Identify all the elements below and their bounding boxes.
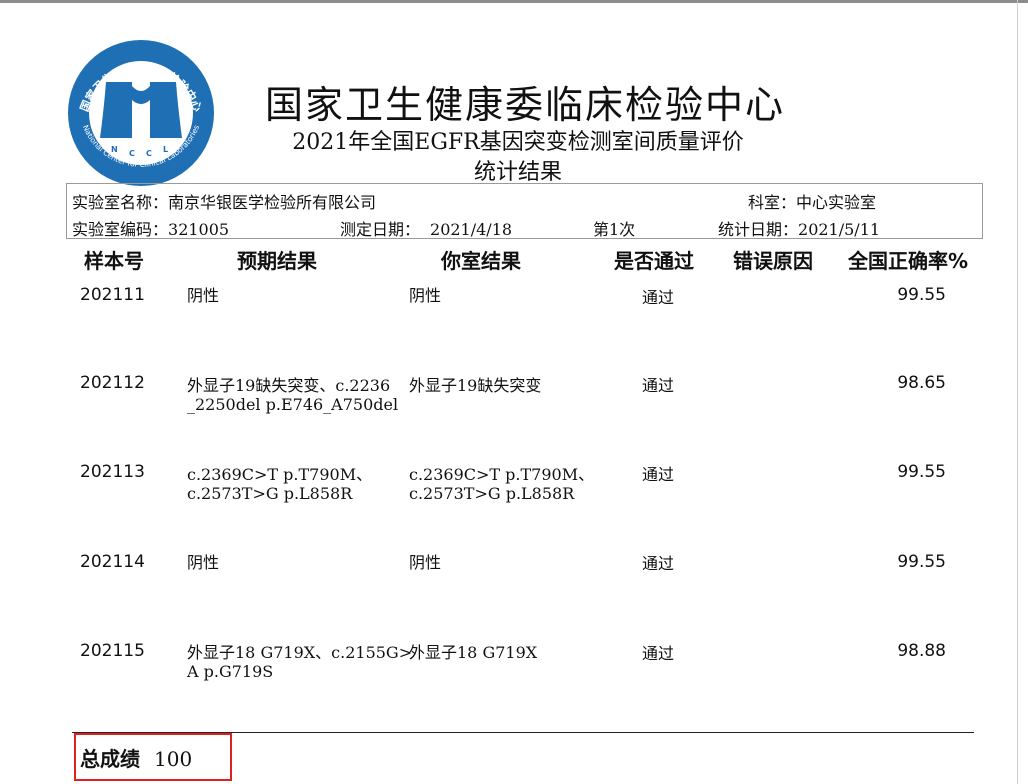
lab-name-row: 实验室名称：南京华银医学检验所有限公司	[72, 189, 376, 213]
col-header-rate: 全国正确率%	[848, 249, 969, 273]
table-row-4-rate: 99.55	[897, 552, 946, 572]
lab-name-value: 南京华银医学检验所有限公司	[168, 193, 377, 212]
total-score-label: 总成绩	[80, 747, 140, 771]
table-row-3-rate: 99.55	[897, 462, 946, 482]
table-row-1-id: 202111	[80, 285, 145, 305]
table-row-3-expected-line2: c.2573T>G p.L858R	[187, 484, 353, 503]
col-header-yours: 你室结果	[441, 249, 521, 273]
table-row-3-yours-line1: c.2369C>T p.T790M、	[409, 465, 595, 484]
document-subtitle: 2021年全国EGFR基因突变检测室间质量评价	[292, 130, 744, 155]
stat-date-row: 统计日期：2021/5/11	[718, 216, 880, 240]
total-score-value: 100	[154, 747, 193, 771]
top-border	[0, 0, 1028, 3]
table-row-1-expected: 阴性	[187, 286, 220, 305]
table-row-2-pass: 通过	[642, 376, 675, 395]
lab-code-label: 实验室编码：	[72, 220, 169, 239]
round-value: 第1次	[593, 220, 636, 239]
table-row-4-yours: 阴性	[409, 553, 442, 572]
table-row-2-expected-line1: 外显子19缺失突变、c.2236	[187, 376, 391, 395]
stat-date-value: 2021/5/11	[798, 220, 881, 239]
table-row-1-yours: 阴性	[409, 286, 442, 305]
table-row-1-pass: 通过	[642, 288, 675, 307]
dept-value: 中心实验室	[796, 193, 877, 212]
test-date-row: 测定日期： 2021/4/18	[340, 216, 512, 240]
lab-code-value: 321005	[168, 220, 230, 239]
document-title: 国家卫生健康委临床检验中心	[264, 83, 785, 127]
table-row-4-expected: 阴性	[187, 553, 220, 572]
document-subtitle-2: 统计结果	[473, 160, 562, 185]
table-row-5-expected-line2: A p.G719S	[187, 662, 274, 681]
table-row-5-pass: 通过	[642, 644, 675, 663]
table-row-2-expected-line2: _2250del p.E746_A750del	[187, 395, 399, 414]
table-row-5-expected-line1: 外显子18 G719X、c.2155G>	[187, 643, 413, 662]
test-date-value: 2021/4/18	[430, 220, 513, 239]
lab-name-label: 实验室名称：	[72, 193, 169, 212]
table-row-4-pass: 通过	[642, 554, 675, 573]
table-row-3-id: 202113	[80, 462, 145, 482]
col-header-sample: 样本号	[84, 249, 144, 273]
table-row-5-yours: 外显子18 G719X	[409, 643, 538, 662]
table-row-2-rate: 98.65	[897, 373, 946, 393]
lab-code-row: 实验室编码：321005	[72, 216, 229, 240]
test-date-label: 测定日期：	[340, 220, 421, 239]
table-row-3-pass: 通过	[642, 465, 675, 484]
total-score: 总成绩 100	[80, 743, 192, 772]
table-row-2-id: 202112	[80, 373, 145, 393]
table-row-3-yours-line2: c.2573T>G p.L858R	[409, 484, 575, 503]
table-row-5-id: 202115	[80, 641, 145, 661]
table-row-1-rate: 99.55	[897, 285, 946, 305]
dept-label: 科室：	[748, 193, 797, 212]
col-header-expected: 预期结果	[237, 249, 317, 273]
table-row-3-expected-line1: c.2369C>T p.T790M、	[187, 465, 373, 484]
table-row-2-yours: 外显子19缺失突变	[409, 376, 542, 395]
stat-date-label: 统计日期：	[718, 220, 799, 239]
table-row-5-rate: 98.88	[897, 641, 946, 661]
col-header-reason: 错误原因	[733, 249, 813, 273]
dept-row: 科室：中心实验室	[748, 189, 876, 213]
col-header-pass: 是否通过	[614, 249, 694, 273]
table-row-4-id: 202114	[80, 552, 145, 572]
